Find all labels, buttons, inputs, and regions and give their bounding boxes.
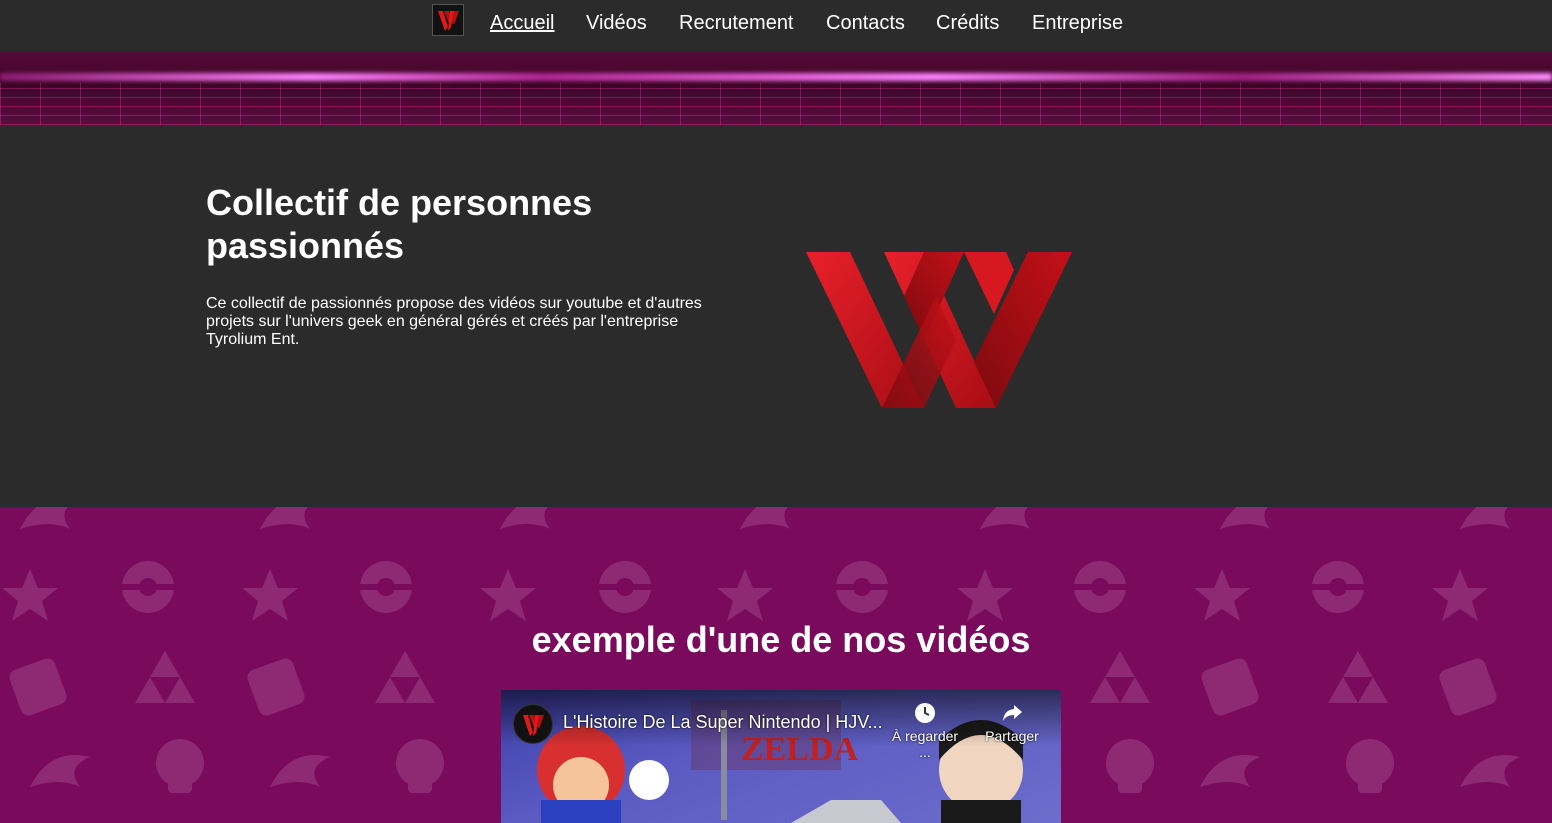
top-navbar: Accueil Vidéos Recrutement Contacts Créd… xyxy=(0,0,1552,51)
share-button[interactable]: Partager xyxy=(972,702,1052,744)
nav-link-accueil[interactable]: Accueil xyxy=(490,11,554,35)
hero-title: Collectif de personnes passionnés xyxy=(206,182,593,266)
nav-link-contacts[interactable]: Contacts xyxy=(826,11,905,35)
banner-grid xyxy=(0,83,1552,125)
nav-link-videos[interactable]: Vidéos xyxy=(586,11,647,35)
nav-link-credits[interactable]: Crédits xyxy=(936,11,999,35)
youtube-video-embed[interactable]: ZELDA L'Histoire De La Super Nintendo | … xyxy=(501,690,1061,823)
share-icon xyxy=(1003,705,1022,721)
watch-later-label: À regarder ... xyxy=(891,728,959,760)
share-label: Partager xyxy=(985,728,1039,744)
site-logo-icon[interactable] xyxy=(432,4,464,36)
synthwave-banner xyxy=(0,51,1552,125)
channel-avatar-icon[interactable] xyxy=(513,704,553,744)
videos-section-title: exemple d'une de nos vidéos xyxy=(531,619,1031,660)
banner-glow-line xyxy=(0,73,1552,81)
nav-link-entreprise[interactable]: Entreprise xyxy=(1032,11,1123,35)
hero-description: Ce collectif de passionnés propose des v… xyxy=(206,295,702,348)
videos-section: exemple d'une de nos vidéos ZELDA L'Hist… xyxy=(0,507,1552,823)
hero-section: Collectif de personnes passionnés Ce col… xyxy=(0,125,1552,507)
clock-icon xyxy=(915,703,935,723)
video-title[interactable]: L'Histoire De La Super Nintendo | HJV... xyxy=(563,712,883,733)
nav-link-recrutement[interactable]: Recrutement xyxy=(679,11,794,35)
watch-later-button[interactable]: À regarder ... xyxy=(885,702,965,760)
collective-logo-icon xyxy=(806,252,1072,408)
